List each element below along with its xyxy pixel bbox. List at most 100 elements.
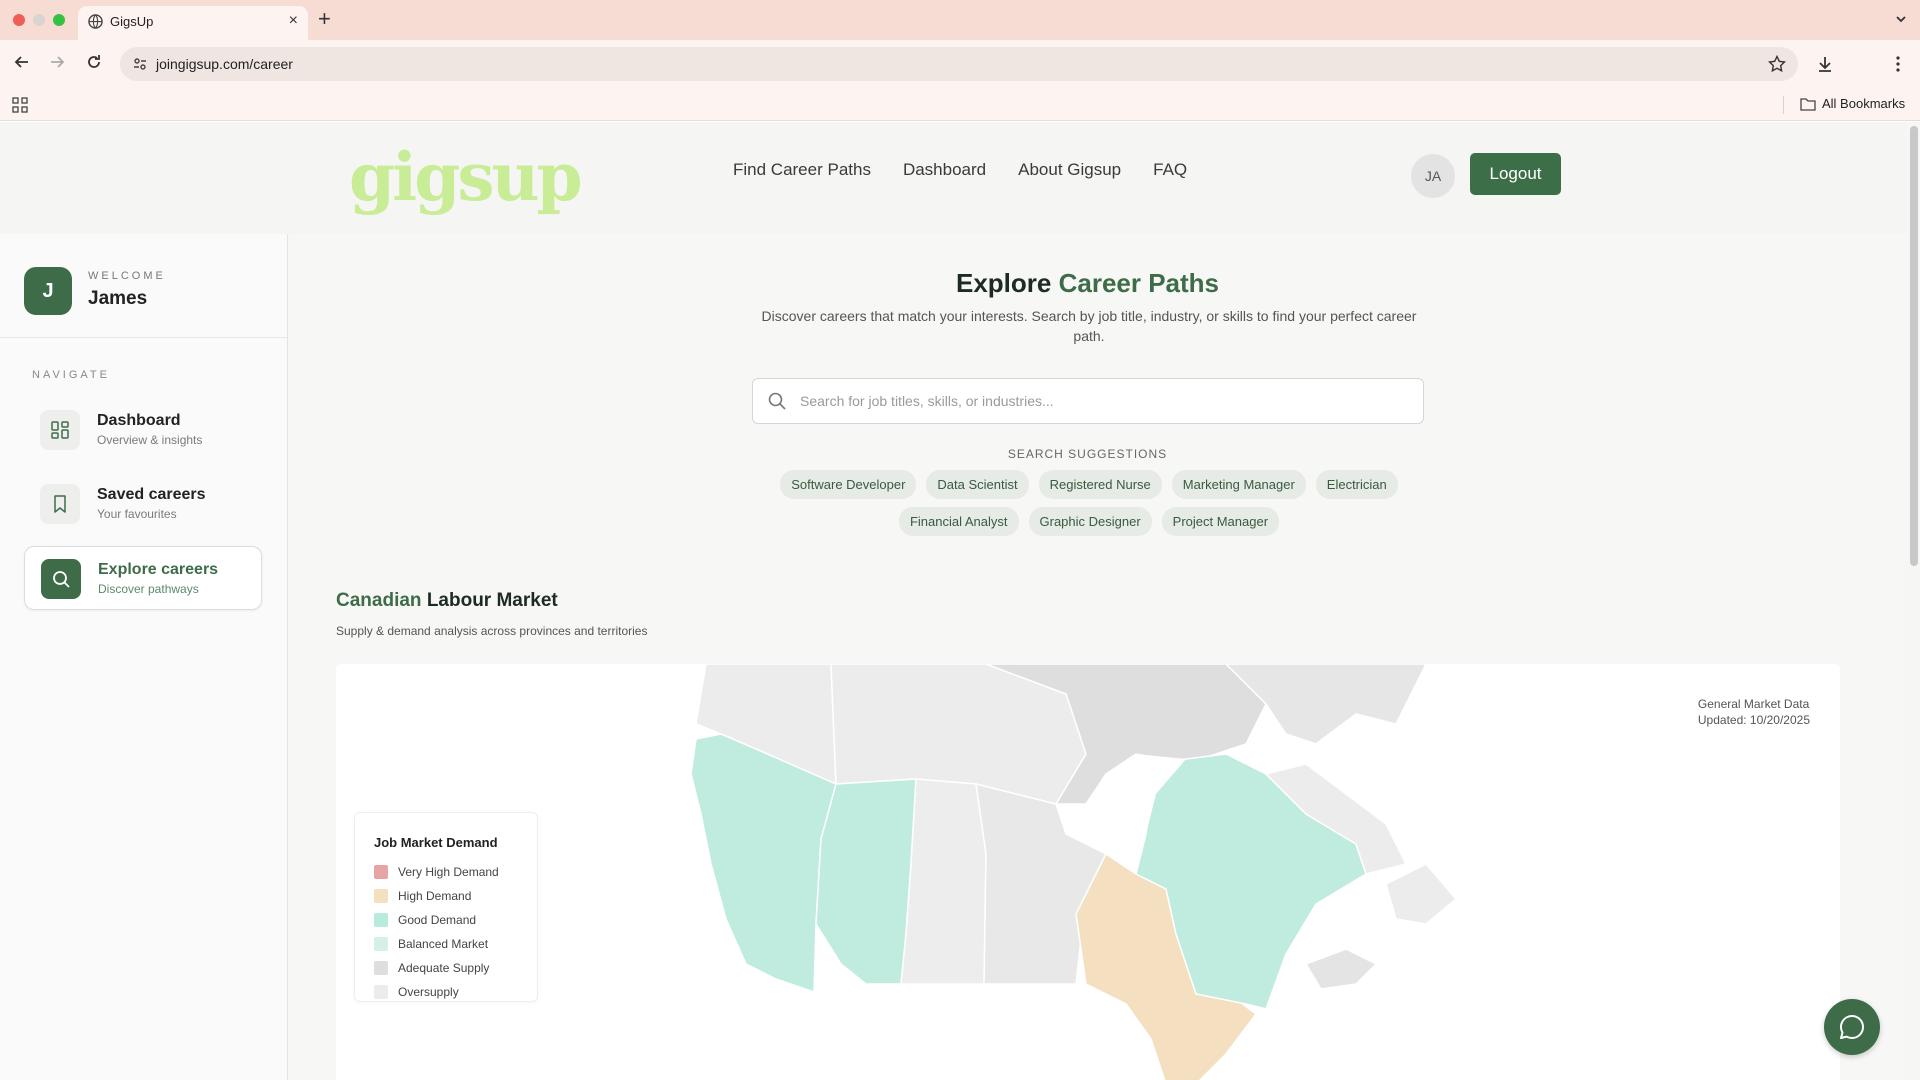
sidebar-avatar: J bbox=[24, 267, 72, 315]
canada-map bbox=[690, 664, 1458, 1080]
legend-label: Adequate Supply bbox=[398, 961, 490, 975]
sidebar-item-sub: Discover pathways bbox=[98, 582, 199, 596]
page-description: Discover careers that match your interes… bbox=[761, 308, 1417, 344]
window-minimize-button[interactable] bbox=[33, 14, 45, 26]
sidebar: J WELCOME James NAVIGATE Dashboard Overv… bbox=[0, 234, 288, 1080]
chat-button[interactable] bbox=[1824, 999, 1880, 1055]
bookmark-icon bbox=[40, 484, 80, 524]
labour-market-map-card: General Market Data Updated: 10/20/2025 … bbox=[336, 664, 1840, 1080]
map-region-maritimes[interactable] bbox=[1304, 948, 1378, 990]
address-bar[interactable]: joingigsup.com/career bbox=[120, 47, 1798, 81]
sidebar-item-saved-careers[interactable]: Saved careers Your favourites bbox=[24, 472, 262, 536]
suggestion-chip[interactable]: Project Manager bbox=[1161, 507, 1280, 536]
bookmark-star-icon[interactable] bbox=[1768, 55, 1786, 73]
legend-swatch bbox=[374, 961, 388, 975]
tab-title: GigsUp bbox=[110, 14, 154, 29]
legend-swatch bbox=[374, 937, 388, 951]
browser-tab[interactable]: GigsUp × bbox=[78, 6, 308, 40]
legend-item: High Demand bbox=[374, 889, 471, 903]
legend-label: Good Demand bbox=[398, 913, 477, 927]
forward-arrow-icon[interactable] bbox=[47, 52, 67, 72]
sidebar-item-label: Dashboard bbox=[97, 412, 181, 429]
page-title-accent: Career Paths bbox=[1058, 268, 1220, 298]
page-title-part1: Explore bbox=[955, 268, 1052, 298]
new-tab-button[interactable]: + bbox=[318, 6, 331, 32]
suggestion-chip[interactable]: Software Developer bbox=[780, 470, 917, 499]
folder-icon bbox=[1800, 97, 1816, 111]
sidebar-item-label: Saved careers bbox=[97, 486, 206, 503]
search-icon bbox=[768, 392, 786, 410]
chat-bubble-icon bbox=[1839, 1014, 1864, 1039]
sidebar-item-explore-careers[interactable]: Explore careers Discover pathways bbox=[24, 546, 262, 610]
sidebar-item-sub: Overview & insights bbox=[97, 433, 203, 447]
suggestion-chip[interactable]: Graphic Designer bbox=[1028, 507, 1152, 536]
labour-market-title-accent: Canadian bbox=[336, 590, 422, 611]
sidebar-item-dashboard[interactable]: Dashboard Overview & insights bbox=[24, 398, 262, 462]
nav-faq[interactable]: FAQ bbox=[1153, 160, 1187, 180]
labour-market-title: Canadian Labour Market bbox=[336, 590, 558, 612]
market-data-meta: General Market Data Updated: 10/20/2025 bbox=[1698, 696, 1810, 728]
navigate-label: NAVIGATE bbox=[32, 369, 110, 381]
career-search-box[interactable] bbox=[752, 378, 1424, 424]
bookmarks-bar: All Bookmarks bbox=[0, 88, 1920, 121]
window-close-button[interactable] bbox=[13, 14, 25, 26]
reload-icon[interactable] bbox=[84, 52, 104, 72]
sidebar-item-sub: Your favourites bbox=[97, 507, 177, 521]
all-bookmarks-button[interactable]: All Bookmarks bbox=[1800, 96, 1905, 111]
suggestion-chip[interactable]: Marketing Manager bbox=[1171, 470, 1306, 499]
download-icon[interactable] bbox=[1815, 54, 1835, 74]
tab-close-icon[interactable]: × bbox=[289, 11, 298, 31]
nav-find-career-paths[interactable]: Find Career Paths bbox=[733, 160, 871, 180]
main-content: Explore Career Paths Discover careers th… bbox=[289, 234, 1906, 1080]
main-nav: Find Career Paths Dashboard About Gigsup… bbox=[733, 160, 1187, 180]
legend-label: Very High Demand bbox=[398, 865, 499, 879]
legend-item: Very High Demand bbox=[374, 865, 499, 879]
map-region-saskatchewan[interactable] bbox=[900, 778, 987, 985]
site-settings-icon[interactable] bbox=[132, 56, 148, 72]
bookmarks-separator bbox=[1783, 96, 1784, 114]
welcome-panel: J WELCOME James bbox=[0, 234, 287, 338]
legend-item: Oversupply bbox=[374, 985, 459, 999]
nav-dashboard[interactable]: Dashboard bbox=[903, 160, 986, 180]
legend-swatch bbox=[374, 865, 388, 879]
browser-tab-strip: GigsUp × + bbox=[0, 0, 1920, 40]
back-arrow-icon[interactable] bbox=[12, 52, 32, 72]
legend-label: High Demand bbox=[398, 889, 472, 903]
url-text: joingigsup.com/career bbox=[156, 56, 293, 72]
map-region-alberta[interactable] bbox=[815, 778, 917, 985]
user-avatar[interactable]: JA bbox=[1411, 154, 1455, 198]
browser-toolbar: joingigsup.com/career S bbox=[0, 40, 1920, 114]
all-bookmarks-label: All Bookmarks bbox=[1822, 96, 1906, 111]
map-region-newfoundland-island[interactable] bbox=[1385, 863, 1458, 925]
legend-label: Oversupply bbox=[398, 985, 459, 999]
career-search-input[interactable] bbox=[800, 389, 1400, 413]
labour-market-title-rest: Labour Market bbox=[426, 590, 558, 611]
window-maximize-button[interactable] bbox=[53, 14, 65, 26]
search-suggestions: Software Developer Data Scientist Regist… bbox=[729, 470, 1449, 536]
legend-swatch bbox=[374, 913, 388, 927]
legend-swatch bbox=[374, 889, 388, 903]
gigsup-logo[interactable]: gigsup bbox=[349, 138, 583, 216]
legend-item: Adequate Supply bbox=[374, 961, 489, 975]
legend-title: Job Market Demand bbox=[374, 835, 498, 850]
suggestion-chip[interactable]: Electrician bbox=[1315, 470, 1398, 499]
suggestion-chip[interactable]: Financial Analyst bbox=[898, 507, 1019, 536]
search-icon bbox=[41, 559, 81, 599]
suggestion-chip[interactable]: Data Scientist bbox=[926, 470, 1029, 499]
market-data-updated: Updated: 10/20/2025 bbox=[1697, 713, 1810, 727]
dashboard-icon bbox=[40, 410, 80, 450]
sidebar-item-label: Explore careers bbox=[98, 561, 219, 578]
site-header: gigsup Find Career Paths Dashboard About… bbox=[0, 122, 1906, 234]
nav-about-gigsup[interactable]: About Gigsup bbox=[1018, 160, 1121, 180]
page-scrollbar[interactable] bbox=[1910, 126, 1918, 566]
welcome-label: WELCOME bbox=[88, 270, 166, 282]
market-data-label: General Market Data bbox=[1697, 697, 1810, 711]
globe-icon bbox=[88, 14, 103, 29]
map-legend: Job Market Demand Very High Demand High … bbox=[354, 812, 538, 1002]
tab-search-chevron-icon[interactable] bbox=[1894, 12, 1908, 26]
more-menu-icon[interactable] bbox=[1888, 54, 1908, 74]
legend-label: Balanced Market bbox=[398, 937, 489, 951]
logout-button[interactable]: Logout bbox=[1470, 153, 1561, 195]
suggestion-chip[interactable]: Registered Nurse bbox=[1038, 470, 1162, 499]
apps-grid-icon[interactable] bbox=[12, 97, 28, 113]
